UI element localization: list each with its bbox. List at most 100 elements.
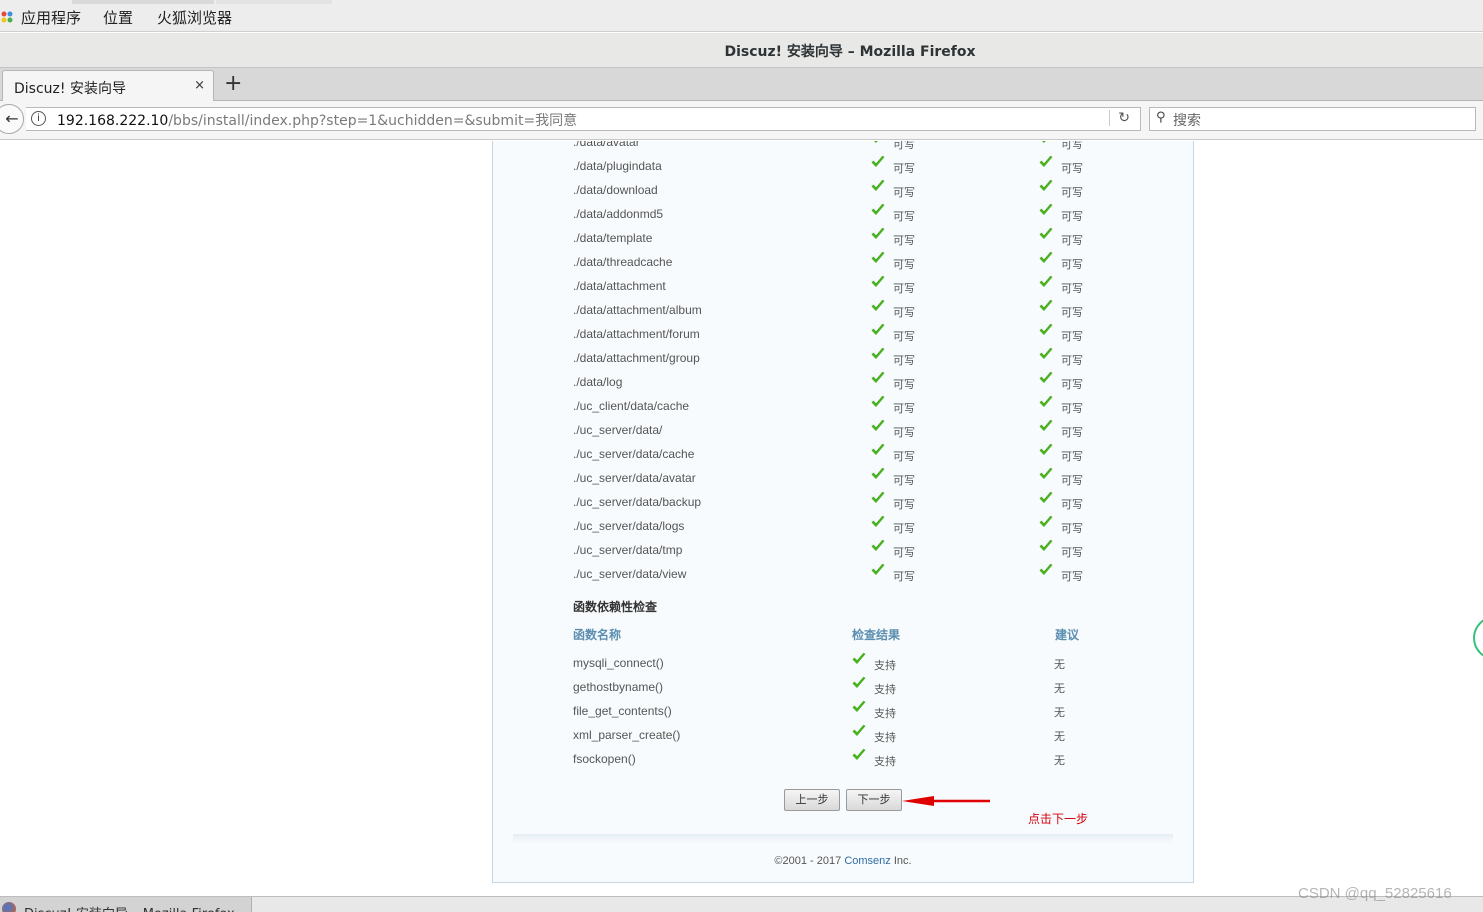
table-row: ./data/template 可写 可写 [493,225,1193,249]
func-advice: 无 [1054,755,1065,767]
taskbar: Discuz! 安装向导 – Mozilla Firefox [0,896,1483,912]
checkmark-icon [1039,563,1053,575]
table-row: ./data/plugindata 可写 可写 [493,153,1193,177]
search-icon: ⚲ [1156,110,1166,125]
url-host: 192.168.222.10 [57,113,169,129]
dir-current-status: 可写 [893,427,915,439]
copyright-suffix: Inc. [890,855,912,867]
dir-path: ./uc_server/data/backup [573,495,702,509]
func-header-name: 函数名称 [573,628,622,642]
dir-path: ./data/download [573,183,658,197]
checkmark-icon [852,700,866,712]
checkmark-icon [852,652,866,664]
checkmark-icon [871,491,885,503]
dir-current-status: 可写 [893,235,915,247]
table-row: ./uc_server/data/可写 可写 [493,417,1193,441]
page-content[interactable]: ./data/avatar 可写 可写 ./data/plugindata 可写 可写 ./… [0,141,1483,896]
close-icon[interactable]: × [194,78,205,93]
url-text[interactable]: 192.168.222.10/bbs/install/index.php?ste… [57,110,577,130]
plus-icon[interactable]: + [224,71,242,96]
apps-icon[interactable] [1,11,13,23]
dir-current-status: 可写 [893,259,915,271]
dir-required-status: 可写 [1061,283,1083,295]
reload-icon[interactable]: ↻ [1109,110,1130,126]
tab-hint [216,0,332,4]
info-icon[interactable]: i [31,111,46,126]
checkmark-icon [1039,539,1053,551]
checkmark-icon [871,275,885,287]
browser-tab[interactable]: Discuz! 安装向导 × [2,70,214,102]
dir-required-status: 可写 [1061,547,1083,559]
url-bar[interactable]: i 192.168.222.10/bbs/install/index.php?s… [26,107,1141,131]
checkmark-icon [1039,371,1053,383]
dir-path: ./data/plugindata [573,159,662,173]
dir-current-status: 可写 [893,451,915,463]
arrow-icon [902,796,990,806]
dir-required-status: 可写 [1061,235,1083,247]
dir-required-status: 可写 [1061,163,1083,175]
dir-required-status: 可写 [1061,187,1083,199]
checkmark-icon [1039,203,1053,215]
dir-required-status: 可写 [1061,571,1083,583]
dir-path: ./data/attachment/album [573,303,702,317]
back-icon[interactable]: ← [0,104,24,134]
checkmark-icon [871,203,885,215]
func-header-result: 检查结果 [852,628,901,642]
menu-applications[interactable]: 应用程序 [21,7,81,28]
dir-required-status: 可写 [1061,307,1083,319]
checkmark-icon [871,155,885,167]
checkmark-icon [1039,227,1053,239]
checkmark-icon [1039,491,1053,503]
func-name: fsockopen() [573,752,636,766]
next-step-button[interactable]: 下一步 [846,789,902,811]
side-float-widget[interactable] [1473,616,1483,660]
tab-title: Discuz! 安装向导 [14,81,126,97]
menu-firefox[interactable]: 火狐浏览器 [157,7,232,28]
dir-required-status: 可写 [1061,355,1083,367]
search-input[interactable]: ⚲ 搜索 [1149,107,1476,131]
dir-path: ./data/attachment [573,279,666,293]
dir-current-status: 可写 [893,547,915,559]
footer-divider [513,834,1173,844]
func-result: 支持 [874,684,896,696]
prev-step-button[interactable]: 上一步 [784,789,840,811]
checkmark-icon [1039,299,1053,311]
dir-path: ./data/attachment/forum [573,327,700,341]
checkmark-icon [1039,179,1053,191]
table-row: ./data/attachment/forum 可写 可写 [493,321,1193,345]
checkmark-icon [871,371,885,383]
firefox-icon [2,902,16,912]
nav-bar: ← i 192.168.222.10/bbs/install/index.php… [0,101,1483,140]
dir-required-status: 可写 [1061,259,1083,271]
table-row: xml_parser_create() 支持 无 [493,722,1193,746]
annotation-text: 点击下一步 [1028,812,1089,826]
checkmark-icon [1039,347,1053,359]
table-row: ./data/log 可写 可写 [493,369,1193,393]
dir-path: ./data/avatar [573,141,640,149]
table-row: ./uc_server/data/avatar 可写 可写 [493,465,1193,489]
checkmark-icon [852,676,866,688]
func-advice: 无 [1054,707,1065,719]
comsenz-link[interactable]: Comsenz [844,855,890,867]
taskbar-item-firefox[interactable]: Discuz! 安装向导 – Mozilla Firefox [0,897,252,912]
checkmark-icon [1039,275,1053,287]
dir-current-status: 可写 [893,307,915,319]
dir-path: ./uc_client/data/cache [573,399,690,413]
dir-current-status: 可写 [893,379,915,391]
checkmark-icon [1039,443,1053,455]
func-name: xml_parser_create() [573,728,681,742]
menu-places[interactable]: 位置 [103,7,133,28]
table-row: file_get_contents() 支持 无 [493,698,1193,722]
table-row: fsockopen() 支持 无 [493,746,1193,770]
dir-required-status: 可写 [1061,427,1083,439]
table-row: ./data/threadcache 可写 可写 [493,249,1193,273]
checkmark-icon [871,227,885,239]
dir-path: ./uc_server/data/ [573,423,663,437]
table-row: ./uc_server/data/view 可写 可写 [493,561,1193,585]
table-row: ./uc_server/data/backup 可写 可写 [493,489,1193,513]
dir-current-status: 可写 [893,187,915,199]
dir-required-status: 可写 [1061,523,1083,535]
search-placeholder: 搜索 [1173,113,1201,129]
checkmark-icon [874,141,878,143]
func-advice: 无 [1054,659,1065,671]
